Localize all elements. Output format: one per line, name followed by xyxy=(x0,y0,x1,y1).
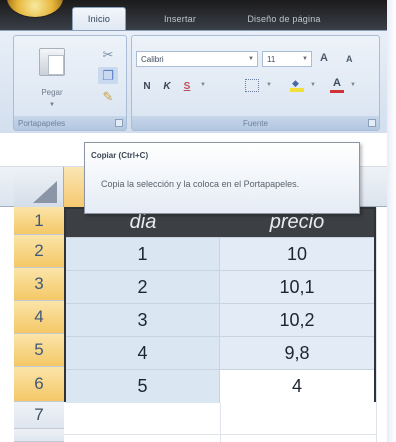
tooltip-body: Copia la selección y la coloca en el Por… xyxy=(101,179,300,189)
copy-icon[interactable]: ❐ xyxy=(98,67,118,84)
font-name-select[interactable]: Calibri ▼ xyxy=(136,51,258,67)
table-cell[interactable]: 4 xyxy=(66,337,220,370)
font-group-label: Fuente xyxy=(132,116,379,130)
chevron-down-icon: ▼ xyxy=(248,56,254,62)
chevron-down-icon[interactable]: ▼ xyxy=(266,82,272,88)
table-row: 2 10,1 xyxy=(66,270,374,304)
table-cell[interactable]: 1 xyxy=(66,238,220,271)
select-all-triangle-icon xyxy=(33,181,57,203)
chevron-down-icon[interactable]: ▼ xyxy=(200,82,206,88)
office-button-icon[interactable] xyxy=(6,0,64,18)
tab-insertar[interactable]: Insertar xyxy=(150,7,210,30)
table-cell[interactable]: 4 xyxy=(220,370,374,403)
row-header-6[interactable]: 6 xyxy=(14,367,64,402)
table-row: 5 4 xyxy=(66,369,374,403)
row-header-2[interactable]: 2 xyxy=(14,235,64,268)
table-cell[interactable]: 10,2 xyxy=(220,304,374,337)
fill-color-icon[interactable]: ◆ xyxy=(290,78,304,92)
clipboard-dialog-launcher[interactable] xyxy=(115,119,123,127)
gridline xyxy=(64,434,376,435)
chevron-down-icon: ▼ xyxy=(49,102,55,108)
tab-inicio[interactable]: Inicio xyxy=(72,7,126,30)
row-header-5[interactable]: 5 xyxy=(14,334,64,367)
gridline xyxy=(376,207,377,442)
underline-button[interactable]: S xyxy=(180,78,194,94)
clipboard-group-label: Portapapeles xyxy=(14,116,126,130)
paste-icon xyxy=(39,48,65,76)
data-table: dia precio 1 10 2 10,1 3 10,2 4 9,8 5 4 xyxy=(64,207,376,403)
row-header-4[interactable]: 4 xyxy=(14,301,64,334)
tab-diseno-de-pagina[interactable]: Diseño de página xyxy=(224,7,344,30)
table-cell[interactable]: 5 xyxy=(66,370,220,403)
table-cell[interactable]: 3 xyxy=(66,304,220,337)
tooltip-title: Copiar (Ctrl+C) xyxy=(91,151,149,160)
table-cell[interactable]: 2 xyxy=(66,271,220,304)
row-header-7[interactable]: 7 xyxy=(14,402,64,429)
table-row: 1 10 xyxy=(66,237,374,271)
ribbon-tab-strip: Inicio Insertar Diseño de página xyxy=(0,0,396,30)
copy-tooltip: Copiar (Ctrl+C) Copia la selección y la … xyxy=(84,142,360,214)
format-painter-icon[interactable]: ✎ xyxy=(98,88,118,105)
row-header-8[interactable] xyxy=(14,429,64,442)
italic-button[interactable]: K xyxy=(160,78,174,94)
font-dialog-launcher[interactable] xyxy=(368,119,376,127)
ribbon: Pegar ▼ ✂ ❐ ✎ Portapapeles Fuente Calibr… xyxy=(0,30,396,133)
table-cell[interactable]: 10 xyxy=(220,238,374,271)
table-cell[interactable]: 9,8 xyxy=(220,337,374,370)
table-cell[interactable]: 10,1 xyxy=(220,271,374,304)
chevron-down-icon[interactable]: ▼ xyxy=(310,82,316,88)
row-header-1[interactable]: 1 xyxy=(14,207,64,235)
table-row: 3 10,2 xyxy=(66,303,374,337)
grow-font-button[interactable]: A xyxy=(320,52,328,64)
fill-color-swatch xyxy=(290,88,304,92)
table-row: 4 9,8 xyxy=(66,336,374,370)
font-size-value: 11 xyxy=(267,54,276,64)
cut-icon[interactable]: ✂ xyxy=(98,46,118,63)
font-color-button[interactable]: A xyxy=(330,77,344,93)
paste-button[interactable]: Pegar ▼ xyxy=(34,44,70,116)
borders-icon[interactable] xyxy=(245,79,259,92)
bold-button[interactable]: N xyxy=(140,78,154,94)
chevron-down-icon: ▼ xyxy=(302,56,308,62)
row-header-3[interactable]: 3 xyxy=(14,268,64,301)
shrink-font-button[interactable]: A xyxy=(346,54,353,64)
clipboard-group: Pegar ▼ ✂ ❐ ✎ Portapapeles xyxy=(13,35,127,131)
font-size-select[interactable]: 11 ▼ xyxy=(262,51,312,67)
chevron-down-icon[interactable]: ▼ xyxy=(350,82,356,88)
font-name-value: Calibri xyxy=(141,54,164,64)
paste-label: Pegar xyxy=(41,88,63,97)
window-edge xyxy=(387,0,396,442)
